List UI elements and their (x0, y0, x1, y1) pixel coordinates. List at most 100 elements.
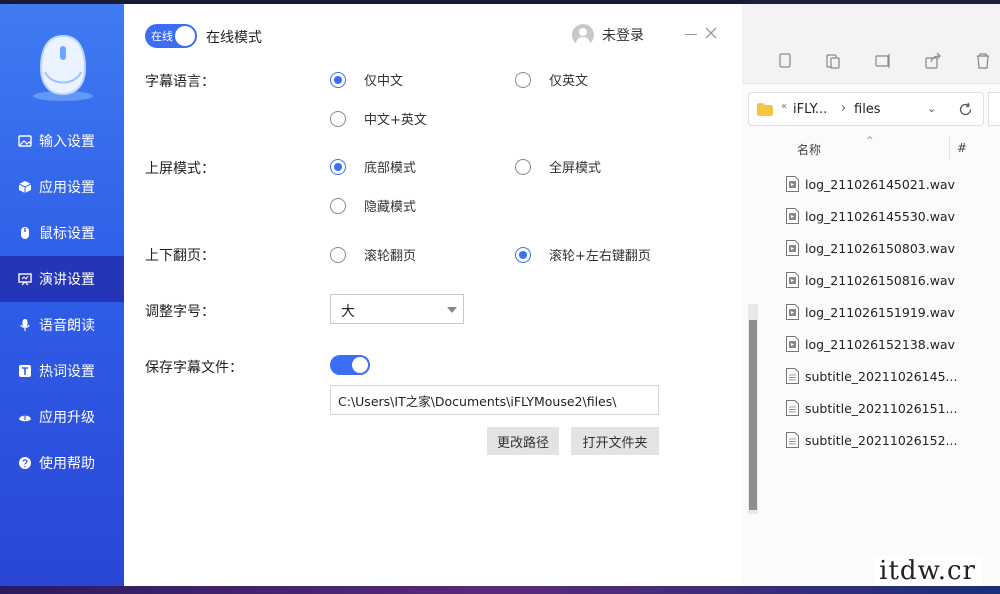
sidebar-item-label: 鼠标设置 (39, 226, 95, 242)
radio-chinese-only[interactable]: 仅中文 (330, 70, 403, 89)
radio-label: 滚轮翻页 (364, 249, 417, 264)
sort-up-icon: ^ (866, 136, 874, 146)
font-size-select[interactable]: 大 (330, 294, 464, 324)
file-name: log_211026145530.wav (805, 208, 955, 224)
open-folder-button[interactable]: 打开文件夹 (571, 427, 659, 455)
help-icon (17, 455, 33, 471)
audio-file-icon (786, 208, 799, 224)
radio-circle (515, 158, 531, 175)
font-size-value: 大 (341, 304, 355, 320)
change-path-button[interactable]: 更改路径 (487, 427, 559, 455)
save-path-input[interactable] (330, 385, 659, 415)
close-icon[interactable] (704, 26, 718, 40)
image-icon (17, 133, 33, 149)
radio-wheel-arrow-page-turn[interactable]: 滚轮+左右键翻页 (515, 245, 651, 264)
breadcrumb-segment[interactable]: files (854, 102, 881, 117)
avatar-icon (572, 24, 594, 46)
minimize-icon[interactable] (685, 34, 697, 35)
sidebar-item-label: 语音朗读 (39, 318, 95, 334)
login-button[interactable]: 未登录 (572, 24, 644, 46)
list-item[interactable]: log_211026151919.wav (742, 296, 1000, 328)
paste-icon[interactable] (824, 52, 842, 70)
audio-file-icon (786, 240, 799, 256)
breadcrumb-overflow[interactable]: « (781, 101, 787, 112)
sidebar-item-app-settings[interactable]: 应用设置 (0, 164, 124, 210)
chevron-down-icon[interactable]: ⌄ (927, 102, 936, 115)
online-mode-toggle[interactable]: 在线 (145, 24, 197, 48)
file-name: log_211026150816.wav (805, 272, 955, 288)
desktop-background (0, 586, 1000, 594)
radio-circle (330, 110, 346, 127)
radio-fullscreen-mode[interactable]: 全屏模式 (515, 157, 601, 176)
column-header: ^ 名称 # (742, 136, 1000, 160)
sidebar-item-label: 应用设置 (39, 180, 95, 196)
file-explorer-window: « iFLY... › files ⌄ ^ 名称 # log_211026145… (742, 4, 1000, 590)
column-divider[interactable] (949, 136, 950, 160)
radio-wheel-page-turn[interactable]: 滚轮翻页 (330, 245, 416, 264)
subtitle-language-label: 字幕语言： (145, 74, 215, 90)
radio-english-only[interactable]: 仅英文 (515, 70, 588, 89)
list-item[interactable]: subtitle_20211026145... (742, 360, 1000, 392)
file-list: log_211026145021.wav log_211026145530.wa… (742, 168, 1000, 456)
toggle-knob (175, 26, 195, 46)
radio-circle (515, 246, 531, 263)
radio-label: 中文+英文 (364, 113, 427, 128)
sidebar-item-presentation-settings[interactable]: 演讲设置 (0, 256, 124, 302)
column-number[interactable]: # (957, 141, 967, 155)
sidebar-item-app-upgrade[interactable]: 应用升级 (0, 394, 124, 440)
radio-chinese-english[interactable]: 中文+英文 (330, 109, 427, 128)
list-item[interactable]: log_211026145530.wav (742, 200, 1000, 232)
search-box[interactable] (988, 92, 1000, 126)
login-status: 未登录 (602, 28, 644, 44)
text-file-icon (786, 432, 799, 448)
file-name: subtitle_20211026151... (805, 400, 958, 416)
file-name: log_211026152138.wav (805, 336, 955, 352)
save-subtitle-switch[interactable] (330, 355, 370, 375)
radio-bottom-mode[interactable]: 底部模式 (330, 157, 416, 176)
screen-mode-label: 上屏模式： (145, 161, 215, 177)
font-size-label: 调整字号： (145, 304, 215, 320)
file-name: subtitle_20211026152... (805, 432, 958, 448)
sidebar-item-label: 输入设置 (39, 134, 95, 150)
sidebar-item-label: 演讲设置 (39, 272, 95, 288)
text-icon (17, 363, 33, 379)
sidebar-nav: 输入设置 应用设置 鼠标设置 演讲设置 语音朗读 热词设置 应用升级 使用帮助 (0, 118, 124, 486)
radio-circle (330, 71, 346, 88)
sidebar-item-help[interactable]: 使用帮助 (0, 440, 124, 486)
radio-circle (330, 246, 346, 263)
radio-hidden-mode[interactable]: 隐藏模式 (330, 196, 416, 215)
radio-label: 底部模式 (364, 161, 417, 176)
save-subtitle-label: 保存字幕文件： (145, 360, 243, 376)
list-item[interactable]: log_211026150816.wav (742, 264, 1000, 296)
sidebar-item-label: 应用升级 (39, 410, 95, 426)
audio-file-icon (786, 272, 799, 288)
address-bar[interactable]: « iFLY... › files ⌄ (748, 92, 984, 126)
sidebar-item-voice-reading[interactable]: 语音朗读 (0, 302, 124, 348)
radio-label: 仅英文 (549, 74, 589, 89)
delete-icon[interactable] (974, 52, 992, 70)
cube-icon (17, 179, 33, 195)
list-item[interactable]: log_211026150803.wav (742, 232, 1000, 264)
refresh-icon[interactable] (958, 102, 973, 117)
list-item[interactable]: log_211026145021.wav (742, 168, 1000, 200)
list-item[interactable]: subtitle_20211026152... (742, 424, 1000, 456)
sidebar-item-mouse-settings[interactable]: 鼠标设置 (0, 210, 124, 256)
list-item[interactable]: log_211026152138.wav (742, 328, 1000, 360)
sidebar-item-label: 使用帮助 (39, 456, 95, 472)
sidebar-item-input-settings[interactable]: 输入设置 (0, 118, 124, 164)
settings-panel: 在线 在线模式 未登录 字幕语言： 仅中文 仅英文 中文+英文 上屏模式： 底部… (124, 4, 742, 590)
audio-file-icon (786, 176, 799, 192)
explorer-toolbar (742, 4, 1000, 84)
watermark: itdw.cr (873, 556, 982, 586)
file-name: log_211026145021.wav (805, 176, 955, 192)
list-item[interactable]: subtitle_20211026151... (742, 392, 1000, 424)
sidebar-item-hotword-settings[interactable]: 热词设置 (0, 348, 124, 394)
share-icon[interactable] (924, 52, 942, 70)
column-name[interactable]: 名称 (797, 141, 821, 158)
sidebar-item-label: 热词设置 (39, 364, 95, 380)
radio-circle (515, 71, 531, 88)
breadcrumb-segment[interactable]: iFLY... (793, 102, 827, 117)
file-name: log_211026151919.wav (805, 304, 955, 320)
copy-icon[interactable] (776, 52, 794, 70)
rename-icon[interactable] (874, 52, 892, 70)
